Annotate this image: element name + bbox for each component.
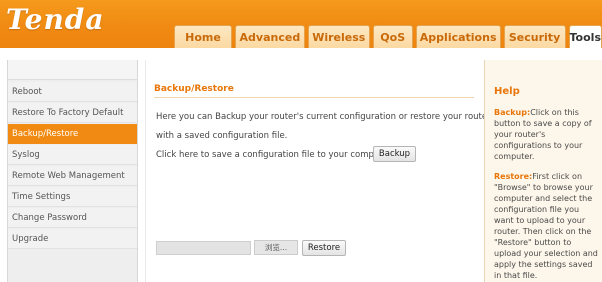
tab-home[interactable]: Home <box>174 25 232 48</box>
help-restore-text: Restore:First click on "Browse" to brows… <box>494 171 600 281</box>
help-restore-key: Restore: <box>494 172 533 181</box>
main-content: Backup/Restore Here you can Backup your … <box>145 60 491 282</box>
sidebar-item-restore-factory-default[interactable]: Restore To Factory Default <box>8 103 137 123</box>
sidebar-item-reboot[interactable]: Reboot <box>8 82 137 102</box>
sidebar-item-syslog[interactable]: Syslog <box>8 145 137 165</box>
restore-button[interactable]: Restore <box>302 240 346 256</box>
tab-tools[interactable]: Tools <box>568 25 602 48</box>
description-line-1: Here you can Backup your router's curren… <box>156 112 491 122</box>
page-title: Backup/Restore <box>154 84 234 94</box>
help-backup-text: Backup:Click on this button to save a co… <box>494 107 600 162</box>
sidebar-item-time-settings[interactable]: Time Settings <box>8 187 137 207</box>
main-nav-tabs: Home Advanced Wireless QoS Applications … <box>174 25 602 48</box>
description-line-2: with a saved configuration file. <box>156 131 288 141</box>
help-panel: Help Backup:Click on this button to save… <box>484 60 602 282</box>
title-divider <box>154 97 474 98</box>
tab-wireless[interactable]: Wireless <box>307 25 370 48</box>
sidebar-item-change-password[interactable]: Change Password <box>8 208 137 228</box>
tab-security[interactable]: Security <box>503 25 566 48</box>
sidebar-top-strip <box>8 60 137 80</box>
tab-applications[interactable]: Applications <box>415 25 501 48</box>
backup-button[interactable]: Backup <box>373 146 416 162</box>
browse-button[interactable]: 浏览... <box>254 240 298 255</box>
help-backup-key: Backup: <box>494 108 531 117</box>
sidebar-item-backup-restore[interactable]: Backup/Restore <box>8 124 137 144</box>
sidebar: Reboot Restore To Factory Default Backup… <box>7 60 138 282</box>
tenda-logo: Tenda <box>6 3 105 36</box>
tab-advanced[interactable]: Advanced <box>234 25 305 48</box>
header-bar: Tenda Home Advanced Wireless QoS Applica… <box>0 0 602 48</box>
sidebar-item-upgrade[interactable]: Upgrade <box>8 229 137 249</box>
sidebar-item-remote-web-management[interactable]: Remote Web Management <box>8 166 137 186</box>
tab-qos[interactable]: QoS <box>372 25 413 48</box>
help-restore-body: First click on "Browse" to browse your c… <box>494 172 598 280</box>
save-prompt: Click here to save a configuration file … <box>156 150 395 160</box>
header-divider <box>0 48 602 58</box>
config-file-input[interactable] <box>156 241 251 255</box>
help-title: Help <box>494 86 520 97</box>
